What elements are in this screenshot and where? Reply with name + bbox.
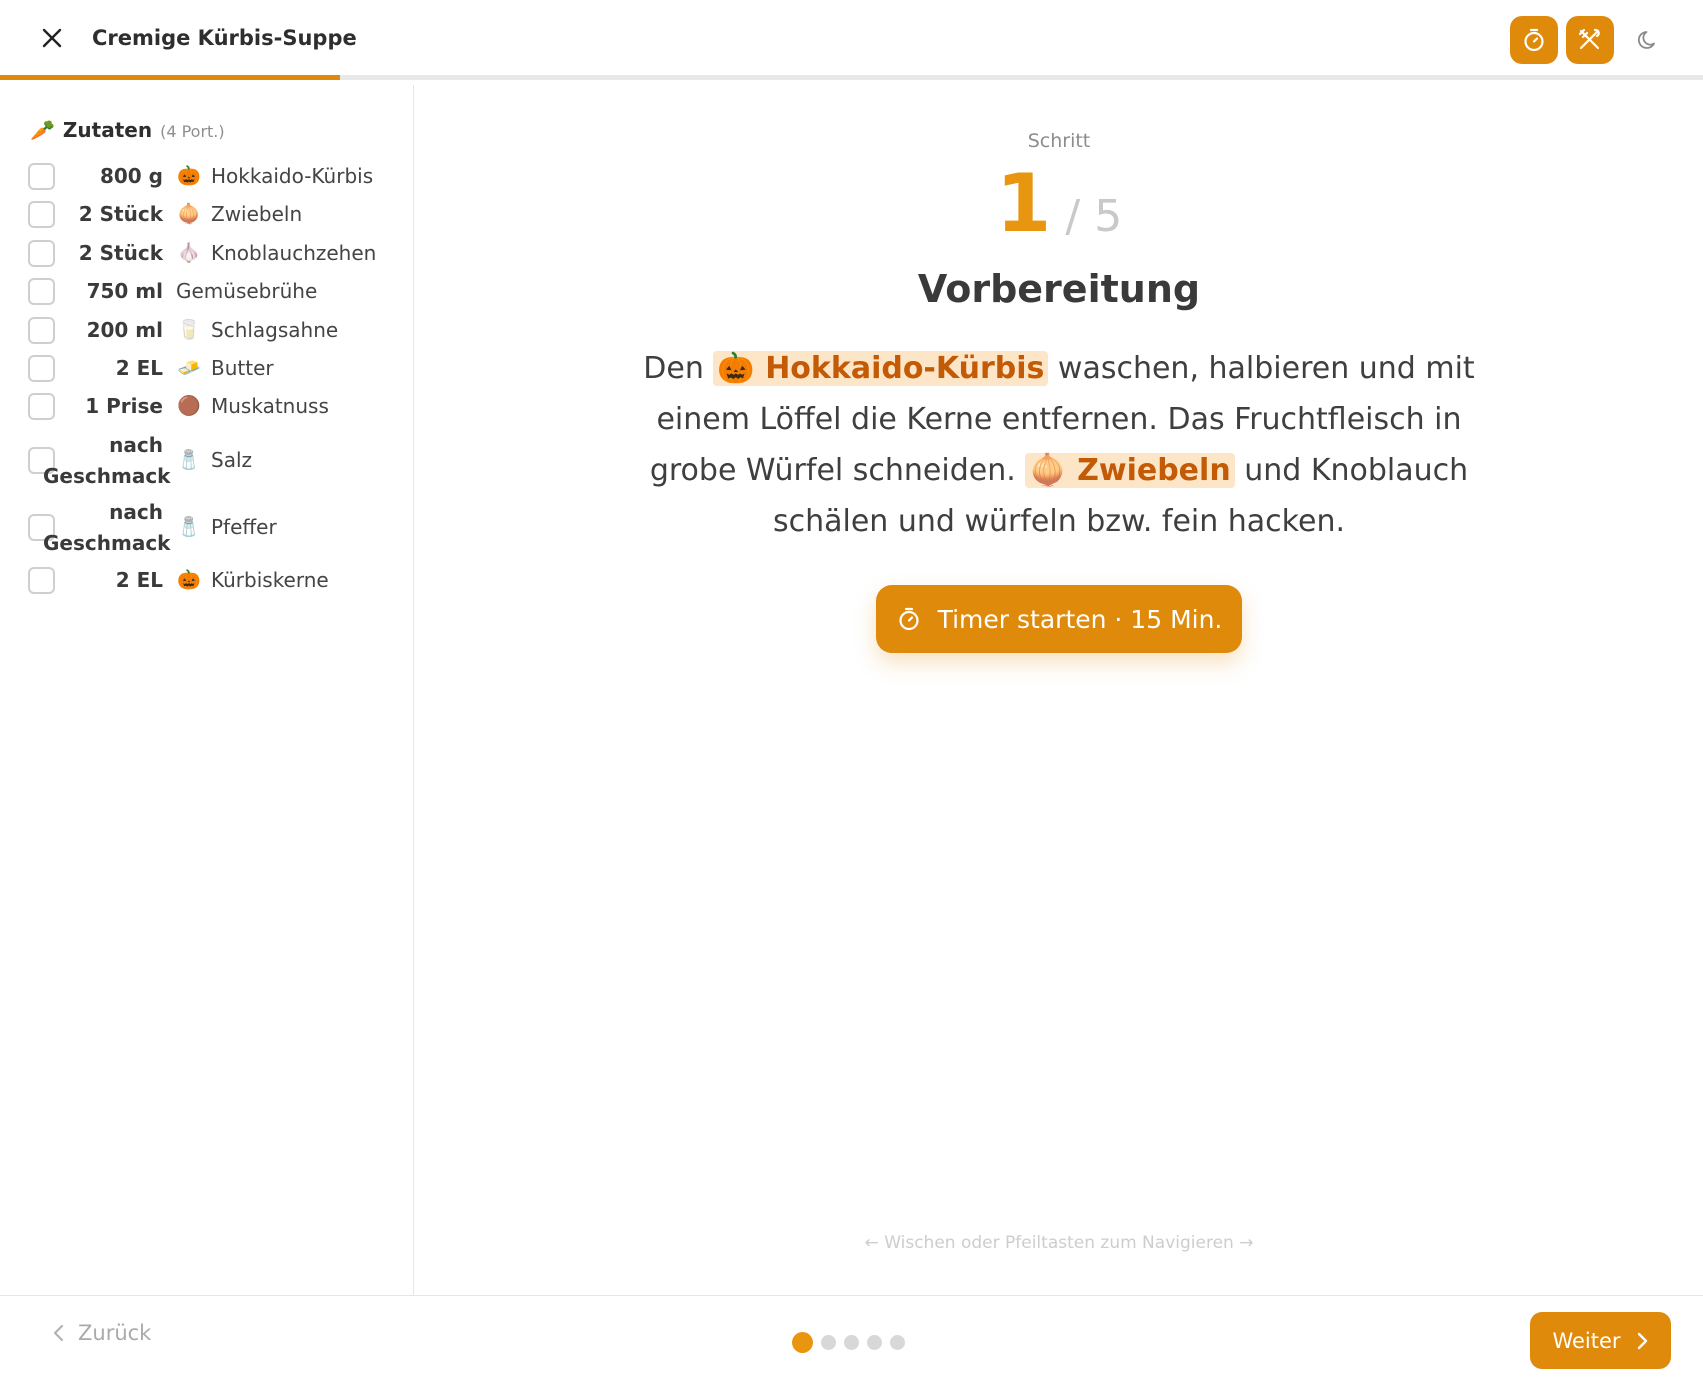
- start-timer-button[interactable]: Timer starten · 15 Min.: [876, 585, 1242, 653]
- step-dot[interactable]: [867, 1335, 882, 1350]
- ingredient-icon: 🧈: [177, 357, 201, 379]
- top-bar: Cremige Kürbis-Suppe: [0, 0, 1703, 80]
- ingredient-name: Pfeffer: [211, 515, 277, 539]
- ingredient-checkbox[interactable]: [28, 278, 55, 305]
- moon-icon: [1637, 31, 1655, 49]
- ingredient-name: Zwiebeln: [211, 202, 303, 226]
- close-icon: [42, 28, 62, 48]
- bottom-navigation: Zurück Weiter: [0, 1295, 1703, 1381]
- ingredient-highlight-pumpkin: 🎃 Hokkaido-Kürbis: [713, 351, 1049, 386]
- ingredient-quantity: 750 ml: [86, 279, 163, 303]
- step-progress-bar: [0, 75, 340, 80]
- ingredient-name: Salz: [211, 448, 253, 472]
- ingredient-name: Kürbiskerne: [211, 568, 329, 592]
- portions-label: (4 Port.): [160, 122, 225, 141]
- ingredient-quantity: 200 ml: [86, 318, 163, 342]
- ingredient-name: Knoblauchzehen: [211, 241, 377, 265]
- ingredients-title: Zutaten: [62, 118, 153, 142]
- ingredient-checkbox[interactable]: [28, 317, 55, 344]
- ingredient-highlight-onion: 🧅 Zwiebeln: [1025, 453, 1235, 488]
- ingredient-icon: 🧂: [177, 449, 201, 471]
- ingredient-checkbox[interactable]: [28, 355, 55, 382]
- ingredient-quantity: 800 g: [99, 164, 163, 188]
- step-label: Schritt: [1027, 130, 1091, 152]
- close-button[interactable]: [36, 22, 68, 54]
- next-label: Weiter: [1552, 1328, 1621, 1353]
- ingredient-checkbox[interactable]: [28, 201, 55, 228]
- step-current: 1: [995, 157, 1052, 250]
- ingredient-row: nach Geschmack 🧂 Pfeffer: [28, 497, 408, 559]
- step-dot[interactable]: [792, 1332, 813, 1353]
- ingredient-row: 750 ml Gemüsebrühe: [28, 276, 408, 307]
- next-button[interactable]: Weiter: [1530, 1312, 1671, 1369]
- ingredient-icon: 🎃: [177, 165, 201, 187]
- ingredient-checkbox[interactable]: [28, 393, 55, 420]
- back-button[interactable]: Zurück: [52, 1321, 151, 1345]
- ingredient-quantity: 2 Stück: [78, 241, 163, 265]
- ingredient-icon: 🧄: [177, 242, 201, 264]
- ingredient-icon: 🧅: [177, 203, 201, 225]
- ingredient-row: 800 g 🎃 Hokkaido-Kürbis: [28, 161, 408, 192]
- ingredient-row: 200 ml 🥛 Schlagsahne: [28, 315, 408, 346]
- ingredients-header: 🥕 Zutaten (4 Port.): [30, 118, 225, 142]
- ingredients-panel: 🥕 Zutaten (4 Port.) 800 g 🎃 Hokkaido-Kürbi…: [0, 85, 414, 1295]
- ingredient-checkbox[interactable]: [28, 567, 55, 594]
- ingredient-name: Butter: [211, 356, 274, 380]
- stopwatch-icon: [899, 607, 919, 631]
- navigation-hint: ← Wischen oder Pfeiltasten zum Navigiere…: [864, 1233, 1254, 1253]
- step-dot[interactable]: [890, 1335, 905, 1350]
- ingredient-name: Hokkaido-Kürbis: [211, 164, 374, 188]
- ingredient-row: nach Geschmack 🧂 Salz: [28, 430, 408, 492]
- chevron-left-icon: [53, 1324, 64, 1342]
- ingredient-checkbox[interactable]: [28, 163, 55, 190]
- ingredient-icon: 🥛: [177, 319, 201, 341]
- stopwatch-icon: [1524, 28, 1544, 52]
- back-label: Zurück: [78, 1321, 152, 1345]
- dark-mode-toggle[interactable]: [1628, 20, 1668, 60]
- ingredient-row: 1 Prise 🟤 Muskatnuss: [28, 391, 408, 422]
- ingredient-checkbox[interactable]: [28, 240, 55, 267]
- step-view: Schritt 1 / 5 Vorbereitung Den 🎃 Hokkaido…: [415, 85, 1703, 1295]
- carrot-icon: 🥕: [30, 118, 55, 142]
- ingredient-quantity: nach Geschmack: [43, 433, 171, 488]
- utensils-icon: [1578, 28, 1600, 50]
- ingredient-icon: 🧂: [177, 516, 201, 538]
- ingredient-row: 2 EL 🎃 Kürbiskerne: [28, 565, 408, 596]
- ingredient-quantity: 1 Prise: [85, 394, 163, 418]
- step-counter: 1 / 5: [415, 157, 1703, 250]
- timer-toggle-button[interactable]: [1510, 16, 1558, 64]
- ingredient-name: Schlagsahne: [211, 318, 339, 342]
- ingredient-row: 2 Stück 🧅 Zwiebeln: [28, 199, 408, 230]
- ingredient-icon: 🎃: [177, 569, 201, 591]
- chevron-right-icon: [1637, 1332, 1647, 1349]
- ingredient-quantity: 2 EL: [115, 356, 163, 380]
- ingredient-name: Muskatnuss: [211, 394, 329, 418]
- ingredient-quantity: nach Geschmack: [43, 500, 171, 555]
- step-dot[interactable]: [821, 1335, 836, 1350]
- timer-button-label: Timer starten · 15 Min.: [937, 604, 1223, 634]
- ingredient-name: Gemüsebrühe: [176, 279, 318, 303]
- recipe-title: Cremige Kürbis-Suppe: [92, 26, 357, 50]
- ingredient-quantity: 2 EL: [115, 568, 163, 592]
- ingredient-row: 2 EL 🧈 Butter: [28, 353, 408, 384]
- step-total: / 5: [1065, 191, 1123, 242]
- step-title: Vorbereitung: [917, 267, 1201, 311]
- step-indicator: [792, 1332, 905, 1353]
- step-instructions: Den 🎃 Hokkaido-Kürbis waschen, halbieren…: [609, 343, 1509, 547]
- step-dot[interactable]: [844, 1335, 859, 1350]
- instruction-text: Den: [643, 351, 704, 386]
- ingredient-icon: 🟤: [177, 395, 201, 417]
- ingredient-quantity: 2 Stück: [78, 202, 163, 226]
- ingredients-toggle-button[interactable]: [1566, 16, 1614, 64]
- ingredient-row: 2 Stück 🧄 Knoblauchzehen: [28, 238, 408, 269]
